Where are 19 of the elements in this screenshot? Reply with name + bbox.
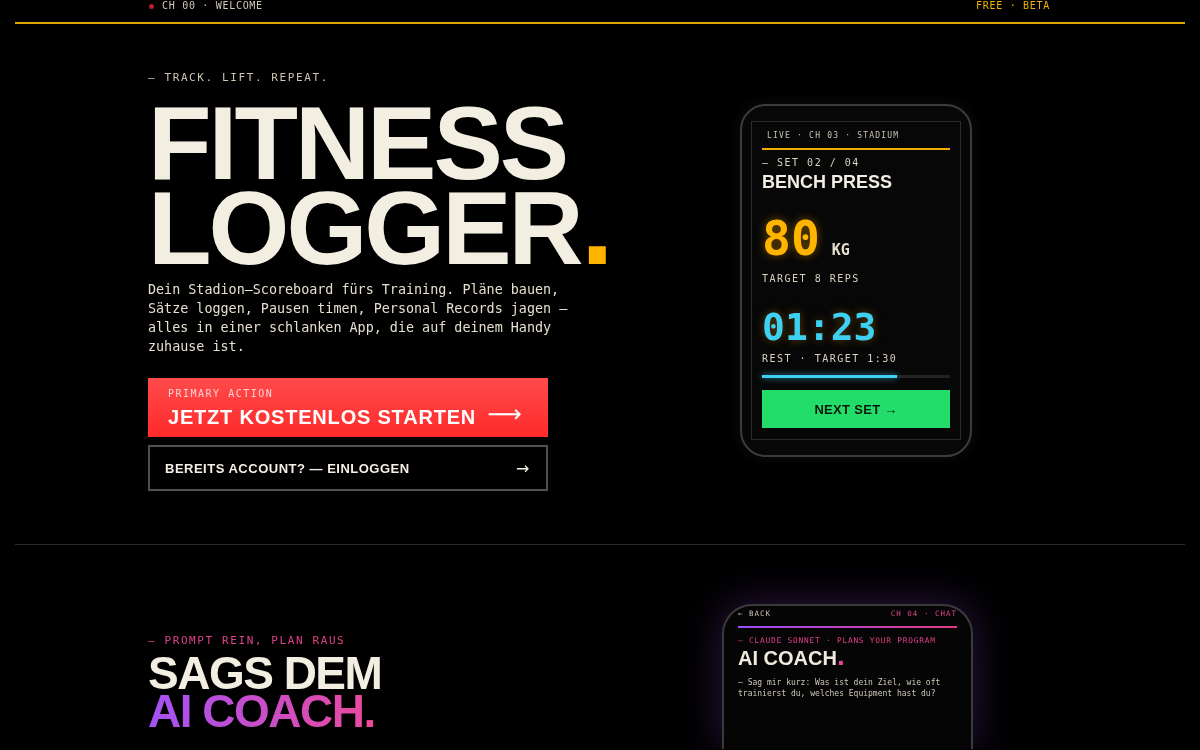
- coach-message: — Sag mir kurz: Was ist dein Ziel, wie oft trainierst du, welches Equipment hast du?: [738, 677, 942, 699]
- screen-header: LIVE · CH 03 · STADIUM: [762, 130, 950, 150]
- exercise-title: BENCH PRESS: [762, 171, 893, 193]
- status-dot-icon: [149, 3, 154, 9]
- target-reps-label: TARGET 8 REPS: [762, 273, 860, 285]
- start-free-button[interactable]: PRIMARY ACTION JETZT KOSTENLOS STARTEN ⟶: [148, 378, 548, 437]
- hero-description: Dein Stadion—Scoreboard fürs Training. Pläne bauen, Sätze loggen, Pausen timen, Personal Records jagen — alles in einer schlanken App, die auf deinem Handy zuhause ist.: [148, 281, 569, 356]
- rest-timer: 01:23: [762, 307, 877, 347]
- next-set-button[interactable]: NEXT SET →: [762, 390, 950, 428]
- set-counter: — SET 02 / 04: [762, 157, 860, 169]
- login-button[interactable]: BEREITS ACCOUNT? — EINLOGGEN →: [148, 445, 548, 491]
- weight-value: 80: [762, 213, 820, 263]
- plan-status-label: FREE · BETA: [976, 0, 1050, 12]
- weight-unit: KG: [831, 241, 850, 259]
- rest-info-label: REST · TARGET 1:30: [762, 353, 898, 365]
- channel-label: CH 00 · WELCOME: [162, 0, 263, 12]
- section-tagline: — PROMPT REIN, PLAN RAUS: [148, 634, 346, 648]
- coach-title: AI COACH.: [738, 647, 845, 669]
- hero-tagline: — TRACK. LIFT. REPEAT.: [148, 71, 329, 85]
